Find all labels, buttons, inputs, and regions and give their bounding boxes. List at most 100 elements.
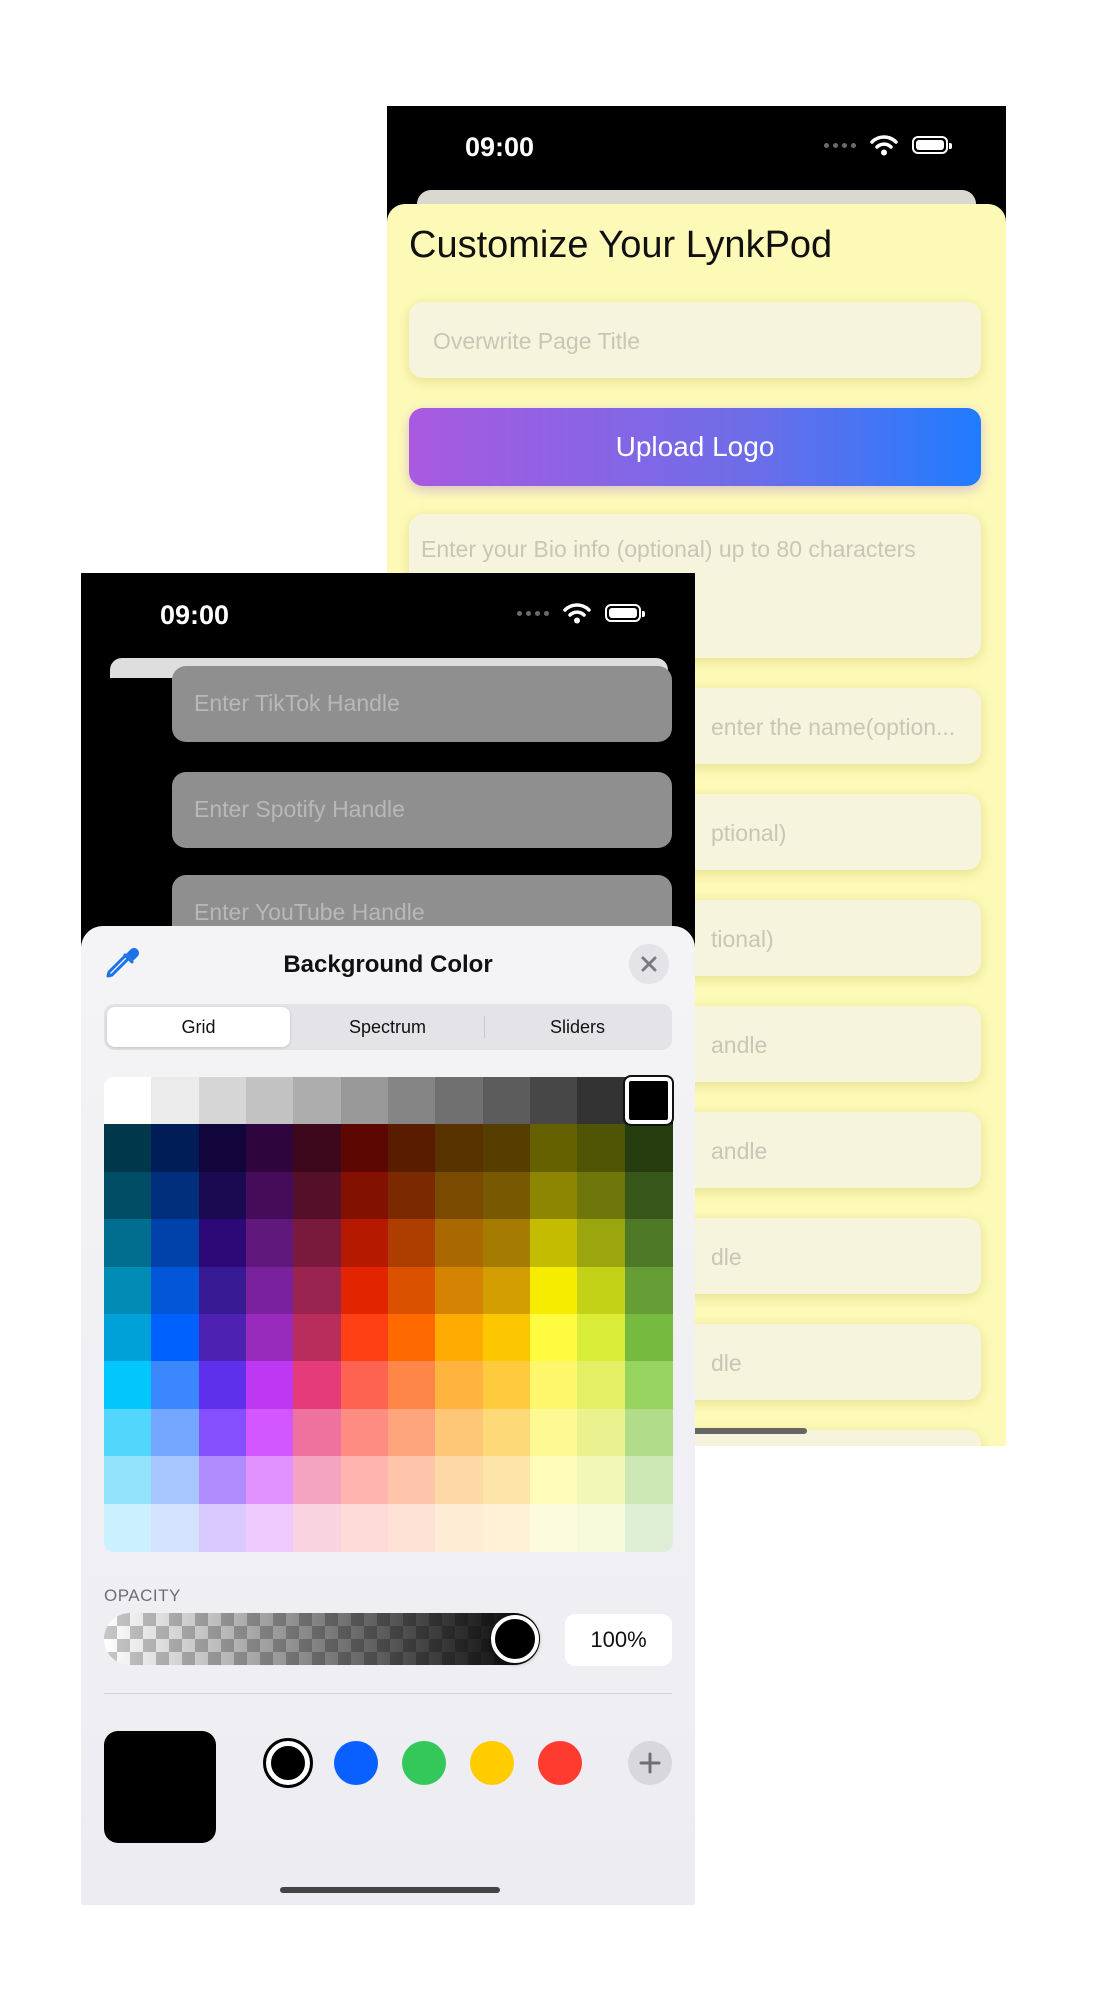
color-grid-cell[interactable]: [482, 1266, 531, 1315]
color-grid-cell[interactable]: [198, 1456, 247, 1505]
color-grid-cell[interactable]: [577, 1361, 626, 1410]
color-grid-cell[interactable]: [530, 1171, 578, 1220]
color-grid-cell[interactable]: [435, 1124, 484, 1173]
color-grid-cell[interactable]: [293, 1314, 342, 1362]
color-grid-cell[interactable]: [198, 1171, 247, 1220]
color-grid-cell[interactable]: [435, 1219, 484, 1268]
color-grid-cell[interactable]: [198, 1314, 247, 1362]
color-grid-cell[interactable]: [198, 1266, 247, 1315]
color-grid-cell[interactable]: [340, 1219, 389, 1268]
color-grid-cell[interactable]: [104, 1077, 152, 1125]
color-grid-cell[interactable]: [340, 1314, 389, 1362]
color-grid-cell[interactable]: [435, 1077, 484, 1125]
page-title-input[interactable]: Overwrite Page Title: [409, 302, 981, 378]
color-grid-cell[interactable]: [624, 1219, 673, 1268]
color-grid-cell[interactable]: [530, 1361, 578, 1410]
color-grid-cell[interactable]: [482, 1503, 531, 1552]
color-grid-cell[interactable]: [104, 1408, 152, 1457]
color-grid-cell[interactable]: [246, 1171, 294, 1220]
color-grid-cell[interactable]: [530, 1219, 578, 1268]
color-grid-cell[interactable]: [435, 1171, 484, 1220]
color-grid-cell[interactable]: [482, 1171, 531, 1220]
color-grid-cell[interactable]: [104, 1503, 152, 1552]
color-grid-cell[interactable]: [104, 1314, 152, 1362]
color-grid-cell[interactable]: [482, 1456, 531, 1505]
color-grid-cell[interactable]: [246, 1408, 294, 1457]
color-grid-cell[interactable]: [388, 1503, 436, 1552]
color-grid-cell[interactable]: [577, 1077, 626, 1125]
opacity-slider[interactable]: [104, 1613, 540, 1665]
color-grid-cell[interactable]: [530, 1124, 578, 1173]
swatch-yellow[interactable]: [470, 1741, 514, 1785]
color-grid-cell[interactable]: [624, 1266, 673, 1315]
color-grid-cell[interactable]: [340, 1171, 389, 1220]
color-grid-cell[interactable]: [293, 1361, 342, 1410]
color-grid-cell[interactable]: [435, 1266, 484, 1315]
color-grid-cell[interactable]: [198, 1077, 247, 1125]
color-grid-cell[interactable]: [151, 1456, 200, 1505]
color-grid-cell[interactable]: [577, 1314, 626, 1362]
color-grid-cell[interactable]: [435, 1408, 484, 1457]
swatch-black[interactable]: [263, 1738, 313, 1788]
color-grid-cell[interactable]: [198, 1408, 247, 1457]
color-grid-cell[interactable]: [293, 1219, 342, 1268]
color-grid-cell[interactable]: [482, 1408, 531, 1457]
color-grid-cell[interactable]: [482, 1219, 531, 1268]
color-grid-cell[interactable]: [624, 1314, 673, 1362]
color-grid-cell[interactable]: [435, 1456, 484, 1505]
color-grid-cell[interactable]: [624, 1408, 673, 1457]
swatch-red[interactable]: [538, 1741, 582, 1785]
color-grid-cell[interactable]: [293, 1456, 342, 1505]
color-grid-cell[interactable]: [246, 1124, 294, 1173]
color-grid-cell[interactable]: [151, 1266, 200, 1315]
color-grid-cell[interactable]: [530, 1456, 578, 1505]
color-grid-cell[interactable]: [104, 1456, 152, 1505]
color-grid-cell[interactable]: [151, 1361, 200, 1410]
color-grid-cell[interactable]: [530, 1266, 578, 1315]
color-grid-cell[interactable]: [482, 1124, 531, 1173]
color-grid-cell[interactable]: [340, 1408, 389, 1457]
color-grid-cell[interactable]: [151, 1124, 200, 1173]
color-grid-cell[interactable]: [293, 1266, 342, 1315]
color-grid-cell[interactable]: [388, 1408, 436, 1457]
color-grid-cell[interactable]: [198, 1361, 247, 1410]
color-grid-cell[interactable]: [151, 1171, 200, 1220]
color-grid-cell[interactable]: [388, 1171, 436, 1220]
color-grid-cell[interactable]: [388, 1219, 436, 1268]
color-grid-cell[interactable]: [435, 1503, 484, 1552]
color-grid-cell[interactable]: [151, 1077, 200, 1125]
color-grid-cell[interactable]: [388, 1456, 436, 1505]
opacity-value-field[interactable]: 100%: [565, 1614, 672, 1666]
color-grid-cell[interactable]: [530, 1314, 578, 1362]
color-grid-cell[interactable]: [104, 1124, 152, 1173]
color-grid-cell[interactable]: [293, 1171, 342, 1220]
color-grid-cell[interactable]: [388, 1124, 436, 1173]
color-grid-cell[interactable]: [293, 1503, 342, 1552]
color-grid-cell[interactable]: [624, 1456, 673, 1505]
color-grid-cell[interactable]: [530, 1408, 578, 1457]
color-grid-cell[interactable]: [246, 1266, 294, 1315]
color-grid-cell[interactable]: [388, 1361, 436, 1410]
swatch-green[interactable]: [402, 1741, 446, 1785]
swatch-blue[interactable]: [334, 1741, 378, 1785]
color-grid-cell[interactable]: [624, 1171, 673, 1220]
color-grid-cell[interactable]: [293, 1124, 342, 1173]
color-grid-cell[interactable]: [340, 1503, 389, 1552]
color-grid-cell[interactable]: [577, 1219, 626, 1268]
color-grid-cell[interactable]: [246, 1456, 294, 1505]
color-grid-cell[interactable]: [482, 1314, 531, 1362]
color-grid-cell[interactable]: [340, 1124, 389, 1173]
color-grid-cell[interactable]: [482, 1361, 531, 1410]
color-grid-cell[interactable]: [340, 1456, 389, 1505]
color-grid-cell[interactable]: [340, 1361, 389, 1410]
color-grid-cell[interactable]: [340, 1266, 389, 1315]
color-grid-cell[interactable]: [246, 1219, 294, 1268]
color-grid-cell[interactable]: [293, 1408, 342, 1457]
color-grid-cell[interactable]: [198, 1219, 247, 1268]
color-grid-cell[interactable]: [435, 1314, 484, 1362]
color-grid-cell[interactable]: [577, 1456, 626, 1505]
color-grid-cell[interactable]: [530, 1077, 578, 1125]
color-grid-cell[interactable]: [198, 1503, 247, 1552]
add-swatch-icon[interactable]: [628, 1741, 672, 1785]
color-grid-cell[interactable]: [388, 1266, 436, 1315]
